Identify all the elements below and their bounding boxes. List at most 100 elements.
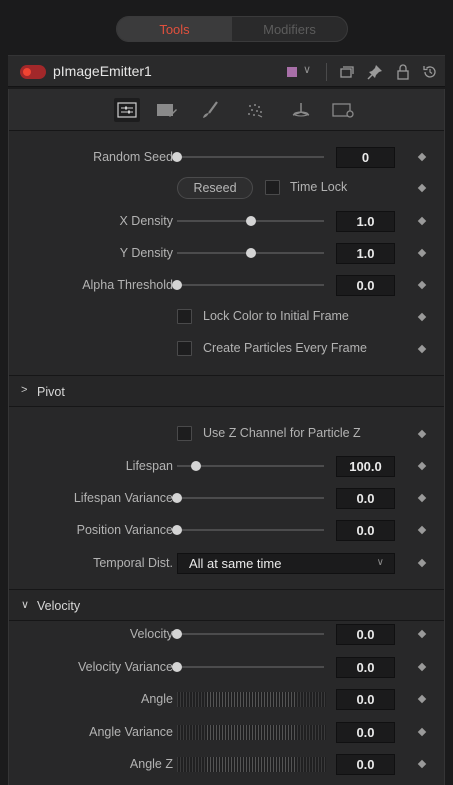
keyframe-diamond[interactable]	[417, 629, 427, 639]
use-z-checkbox[interactable]	[177, 426, 192, 441]
slider-knob[interactable]	[172, 493, 182, 503]
lock-color-checkbox[interactable]	[177, 309, 192, 324]
sliders-icon	[117, 102, 137, 118]
temporal-dist-dropdown[interactable]: All at same time ∨	[177, 553, 395, 574]
keyframe-diamond[interactable]	[417, 525, 427, 535]
x-density-value[interactable]: 1.0	[336, 211, 395, 232]
velocity-variance-slider[interactable]	[172, 662, 324, 672]
sets-icon	[157, 104, 177, 117]
alpha-threshold-value[interactable]: 0.0	[336, 275, 395, 296]
tab-modifiers[interactable]: Modifiers	[232, 17, 347, 41]
keyframe-diamond[interactable]	[417, 727, 427, 737]
slider-knob[interactable]	[172, 525, 182, 535]
y-density-slider[interactable]	[177, 248, 324, 258]
keyframe-diamond[interactable]	[417, 759, 427, 769]
pin-icon[interactable]	[366, 63, 384, 81]
settings-icon	[332, 103, 354, 118]
lifespan-label: Lifespan	[125, 459, 173, 473]
tab-3d[interactable]	[288, 98, 314, 122]
angle-z-thumbwheel[interactable]	[177, 757, 326, 772]
angle-z-label: Angle Z	[129, 757, 173, 771]
random-seed-slider[interactable]	[172, 152, 324, 162]
angle-value[interactable]: 0.0	[336, 689, 395, 710]
angle-row: Angle 0.0	[9, 683, 444, 715]
y-density-label: Y Density	[119, 246, 173, 260]
velocity-value[interactable]: 0.0	[336, 624, 395, 645]
tab-sets[interactable]	[154, 98, 180, 122]
temporal-dist-value: All at same time	[189, 556, 282, 571]
tab-tools[interactable]: Tools	[117, 17, 232, 41]
reseed-row: Reseed Time Lock	[9, 172, 444, 204]
keyframe-diamond[interactable]	[417, 429, 427, 439]
random-seed-value[interactable]: 0	[336, 147, 395, 168]
slider-knob[interactable]	[191, 461, 202, 471]
axis-3d-icon	[292, 103, 310, 117]
keyframe-diamond[interactable]	[417, 152, 427, 162]
angle-variance-thumbwheel[interactable]	[177, 725, 326, 740]
keyframe-diamond[interactable]	[417, 558, 427, 568]
angle-z-value[interactable]: 0.0	[336, 754, 395, 775]
position-variance-slider[interactable]	[172, 525, 324, 535]
alpha-threshold-slider[interactable]	[172, 280, 324, 290]
tab-region[interactable]	[242, 98, 268, 122]
keyframe-diamond[interactable]	[417, 248, 427, 258]
alpha-threshold-label: Alpha Threshold	[82, 278, 173, 292]
position-variance-row: Position Variance 0.0	[9, 514, 444, 546]
lifespan-slider[interactable]	[177, 461, 324, 471]
pivot-section-header[interactable]: > Pivot	[9, 375, 444, 407]
time-lock-checkbox[interactable]	[265, 180, 280, 195]
create-particles-label: Create Particles Every Frame	[203, 341, 367, 355]
keyframe-diamond[interactable]	[417, 312, 427, 322]
position-variance-value[interactable]: 0.0	[336, 520, 395, 541]
chevron-down-icon[interactable]: ∨	[303, 63, 311, 76]
slider-knob[interactable]	[172, 280, 182, 290]
slider-knob[interactable]	[245, 216, 256, 226]
brush-icon	[203, 101, 218, 118]
node-color-swatch[interactable]	[287, 67, 297, 77]
tab-settings[interactable]	[331, 98, 357, 122]
inspector-panel: Random Seed 0 Reseed Time Lock X Density…	[8, 89, 445, 785]
angle-label: Angle	[141, 692, 173, 706]
velocity-variance-label: Velocity Variance	[78, 660, 173, 674]
create-particles-checkbox[interactable]	[177, 341, 192, 356]
velocity-slider[interactable]	[172, 629, 324, 639]
y-density-value[interactable]: 1.0	[336, 243, 395, 264]
lifespan-value[interactable]: 100.0	[336, 456, 395, 477]
slider-knob[interactable]	[172, 152, 182, 162]
keyframe-diamond[interactable]	[417, 493, 427, 503]
use-z-row: Use Z Channel for Particle Z	[9, 418, 444, 450]
position-variance-label: Position Variance	[76, 523, 173, 537]
reset-icon[interactable]	[421, 63, 439, 81]
reseed-button[interactable]: Reseed	[177, 177, 253, 199]
lock-icon[interactable]	[394, 63, 412, 81]
velocity-label: Velocity	[129, 627, 173, 641]
keyframe-diamond[interactable]	[417, 694, 427, 704]
tab-style[interactable]	[197, 98, 223, 122]
keyframe-diamond[interactable]	[417, 183, 427, 193]
y-density-row: Y Density 1.0	[9, 237, 444, 269]
angle-z-row: Angle Z 0.0	[9, 748, 444, 780]
alpha-threshold-row: Alpha Threshold 0.0	[9, 269, 444, 301]
velocity-variance-value[interactable]: 0.0	[336, 657, 395, 678]
keyframe-diamond[interactable]	[417, 662, 427, 672]
slider-knob[interactable]	[172, 629, 182, 639]
keyframe-diamond[interactable]	[417, 461, 427, 471]
lifespan-variance-row: Lifespan Variance 0.0	[9, 482, 444, 514]
tab-controls[interactable]	[114, 98, 140, 122]
slider-knob[interactable]	[245, 248, 256, 258]
keyframe-diamond[interactable]	[417, 280, 427, 290]
velocity-section-header[interactable]: ∨ Velocity	[9, 589, 444, 621]
header-divider	[326, 63, 327, 81]
x-density-slider[interactable]	[177, 216, 324, 226]
angle-variance-row: Angle Variance 0.0	[9, 716, 444, 748]
slider-knob[interactable]	[172, 662, 182, 672]
angle-thumbwheel[interactable]	[177, 692, 326, 707]
keyframe-diamond[interactable]	[417, 344, 427, 354]
node-enable-toggle[interactable]	[20, 65, 46, 79]
chevron-down-icon: ∨	[21, 599, 30, 611]
lifespan-variance-slider[interactable]	[172, 493, 324, 503]
keyframe-diamond[interactable]	[417, 216, 427, 226]
versions-icon[interactable]	[338, 63, 356, 81]
lifespan-variance-value[interactable]: 0.0	[336, 488, 395, 509]
angle-variance-value[interactable]: 0.0	[336, 722, 395, 743]
